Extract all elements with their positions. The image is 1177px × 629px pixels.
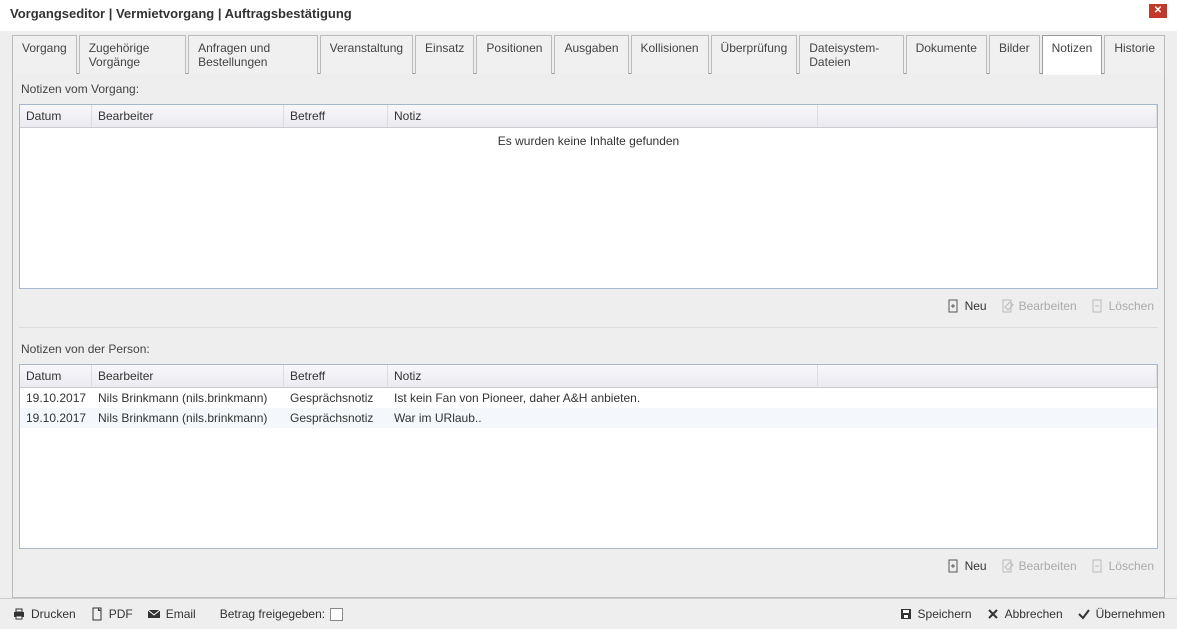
tab-dokumente[interactable]: Dokumente — [906, 35, 987, 74]
check-icon — [1077, 607, 1091, 621]
tab-anfragen-und-bestellungen[interactable]: Anfragen und Bestellungen — [188, 35, 318, 74]
footer-bar: Drucken PDF Email Betrag freigegeben: Sp… — [0, 598, 1177, 629]
abbrechen-label: Abbrechen — [1005, 607, 1063, 621]
section1-col-rest — [818, 105, 1157, 127]
cancel-icon — [986, 607, 1000, 621]
drucken-button[interactable]: Drucken — [12, 607, 76, 621]
section1-label: Notizen vom Vorgang: — [19, 80, 1158, 100]
abbrechen-button[interactable]: Abbrechen — [986, 607, 1063, 621]
section2-col-datum[interactable]: Datum — [20, 365, 92, 387]
titlebar: Vorgangseditor | Vermietvorgang | Auftra… — [0, 0, 1177, 31]
section2-loeschen-label: Löschen — [1109, 559, 1154, 573]
tab-zugehoerige-vorgaenge[interactable]: Zugehörige Vorgänge — [79, 35, 186, 74]
pdf-icon — [90, 607, 104, 621]
section1-neu-label: Neu — [965, 299, 987, 313]
drucken-label: Drucken — [31, 607, 76, 621]
section2-table: Datum Bearbeiter Betreff Notiz 19.10.201… — [19, 364, 1158, 549]
tab-kollisionen[interactable]: Kollisionen — [631, 35, 709, 74]
betrag-checkbox[interactable] — [330, 608, 343, 621]
tab-historie[interactable]: Historie — [1104, 35, 1165, 74]
window-title: Vorgangseditor | Vermietvorgang | Auftra… — [10, 6, 352, 21]
section1-col-betreff[interactable]: Betreff — [284, 105, 388, 127]
section1-col-datum[interactable]: Datum — [20, 105, 92, 127]
section2-col-bearbeiter[interactable]: Bearbeiter — [92, 365, 284, 387]
section1-col-notiz[interactable]: Notiz — [388, 105, 818, 127]
edit-icon — [1001, 299, 1015, 313]
section2-bearbeiten-label: Bearbeiten — [1019, 559, 1077, 573]
pdf-button[interactable]: PDF — [90, 607, 133, 621]
section1-bearbeiten-button[interactable]: Bearbeiten — [1001, 299, 1077, 313]
tab-positionen[interactable]: Positionen — [476, 35, 552, 74]
print-icon — [12, 607, 26, 621]
betrag-freigegeben-control: Betrag freigegeben: — [220, 607, 343, 621]
section2-bearbeiten-button[interactable]: Bearbeiten — [1001, 559, 1077, 573]
email-icon — [147, 607, 161, 621]
section1-col-bearbeiter[interactable]: Bearbeiter — [92, 105, 284, 127]
email-button[interactable]: Email — [147, 607, 196, 621]
new-icon — [947, 299, 961, 313]
save-icon — [899, 607, 913, 621]
uebernehmen-label: Übernehmen — [1096, 607, 1165, 621]
section2-col-betreff[interactable]: Betreff — [284, 365, 388, 387]
cell-bearbeiter: Nils Brinkmann (nils.brinkmann) — [92, 390, 284, 406]
table-row[interactable]: 19.10.2017 Nils Brinkmann (nils.brinkman… — [20, 388, 1157, 408]
cell-notiz: War im URlaub.. — [388, 410, 818, 426]
section2-col-notiz[interactable]: Notiz — [388, 365, 818, 387]
section1-empty-text: Es wurden keine Inhalte gefunden — [20, 128, 1157, 288]
section2-neu-label: Neu — [965, 559, 987, 573]
betrag-label: Betrag freigegeben: — [220, 607, 325, 621]
cell-betreff: Gesprächsnotiz — [284, 390, 388, 406]
section1-loeschen-button[interactable]: Löschen — [1091, 299, 1154, 313]
section2-rows: 19.10.2017 Nils Brinkmann (nils.brinkman… — [20, 388, 1157, 548]
section1-header-row: Datum Bearbeiter Betreff Notiz — [20, 105, 1157, 128]
section2-loeschen-button[interactable]: Löschen — [1091, 559, 1154, 573]
close-icon: ✕ — [1154, 6, 1162, 16]
section2-label: Notizen von der Person: — [19, 340, 1158, 360]
tab-notizen[interactable]: Notizen — [1042, 35, 1103, 75]
section1-neu-button[interactable]: Neu — [947, 299, 987, 313]
pdf-label: PDF — [109, 607, 133, 621]
section2-header-row: Datum Bearbeiter Betreff Notiz — [20, 365, 1157, 388]
section2-button-bar: Neu Bearbeiten Löschen — [19, 553, 1158, 583]
cell-bearbeiter: Nils Brinkmann (nils.brinkmann) — [92, 410, 284, 426]
section1-button-bar: Neu Bearbeiten Löschen — [19, 293, 1158, 323]
email-label: Email — [166, 607, 196, 621]
section1-table: Datum Bearbeiter Betreff Notiz Es wurden… — [19, 104, 1158, 289]
uebernehmen-button[interactable]: Übernehmen — [1077, 607, 1165, 621]
tab-veranstaltung[interactable]: Veranstaltung — [320, 35, 413, 74]
cell-datum: 19.10.2017 — [20, 390, 92, 406]
tab-vorgang[interactable]: Vorgang — [12, 35, 77, 74]
tab-ausgaben[interactable]: Ausgaben — [554, 35, 628, 74]
tab-einsatz[interactable]: Einsatz — [415, 35, 474, 74]
speichern-button[interactable]: Speichern — [899, 607, 972, 621]
section1-loeschen-label: Löschen — [1109, 299, 1154, 313]
new-icon — [947, 559, 961, 573]
section1-bearbeiten-label: Bearbeiten — [1019, 299, 1077, 313]
tab-bilder[interactable]: Bilder — [989, 35, 1040, 74]
tab-body-notizen: Notizen vom Vorgang: Datum Bearbeiter Be… — [12, 73, 1165, 598]
tab-dateisystem-dateien[interactable]: Dateisystem-Dateien — [799, 35, 903, 74]
tab-strip: Vorgang Zugehörige Vorgänge Anfragen und… — [12, 35, 1165, 74]
section2-neu-button[interactable]: Neu — [947, 559, 987, 573]
delete-icon — [1091, 559, 1105, 573]
section-divider — [19, 327, 1158, 328]
table-row[interactable]: 19.10.2017 Nils Brinkmann (nils.brinkman… — [20, 408, 1157, 428]
cell-betreff: Gesprächsnotiz — [284, 410, 388, 426]
tab-ueberpruefung[interactable]: Überprüfung — [711, 35, 798, 74]
cell-datum: 19.10.2017 — [20, 410, 92, 426]
cell-notiz: Ist kein Fan von Pioneer, daher A&H anbi… — [388, 390, 818, 406]
delete-icon — [1091, 299, 1105, 313]
close-button[interactable]: ✕ — [1149, 4, 1167, 18]
edit-icon — [1001, 559, 1015, 573]
speichern-label: Speichern — [918, 607, 972, 621]
section2-col-rest — [818, 365, 1157, 387]
